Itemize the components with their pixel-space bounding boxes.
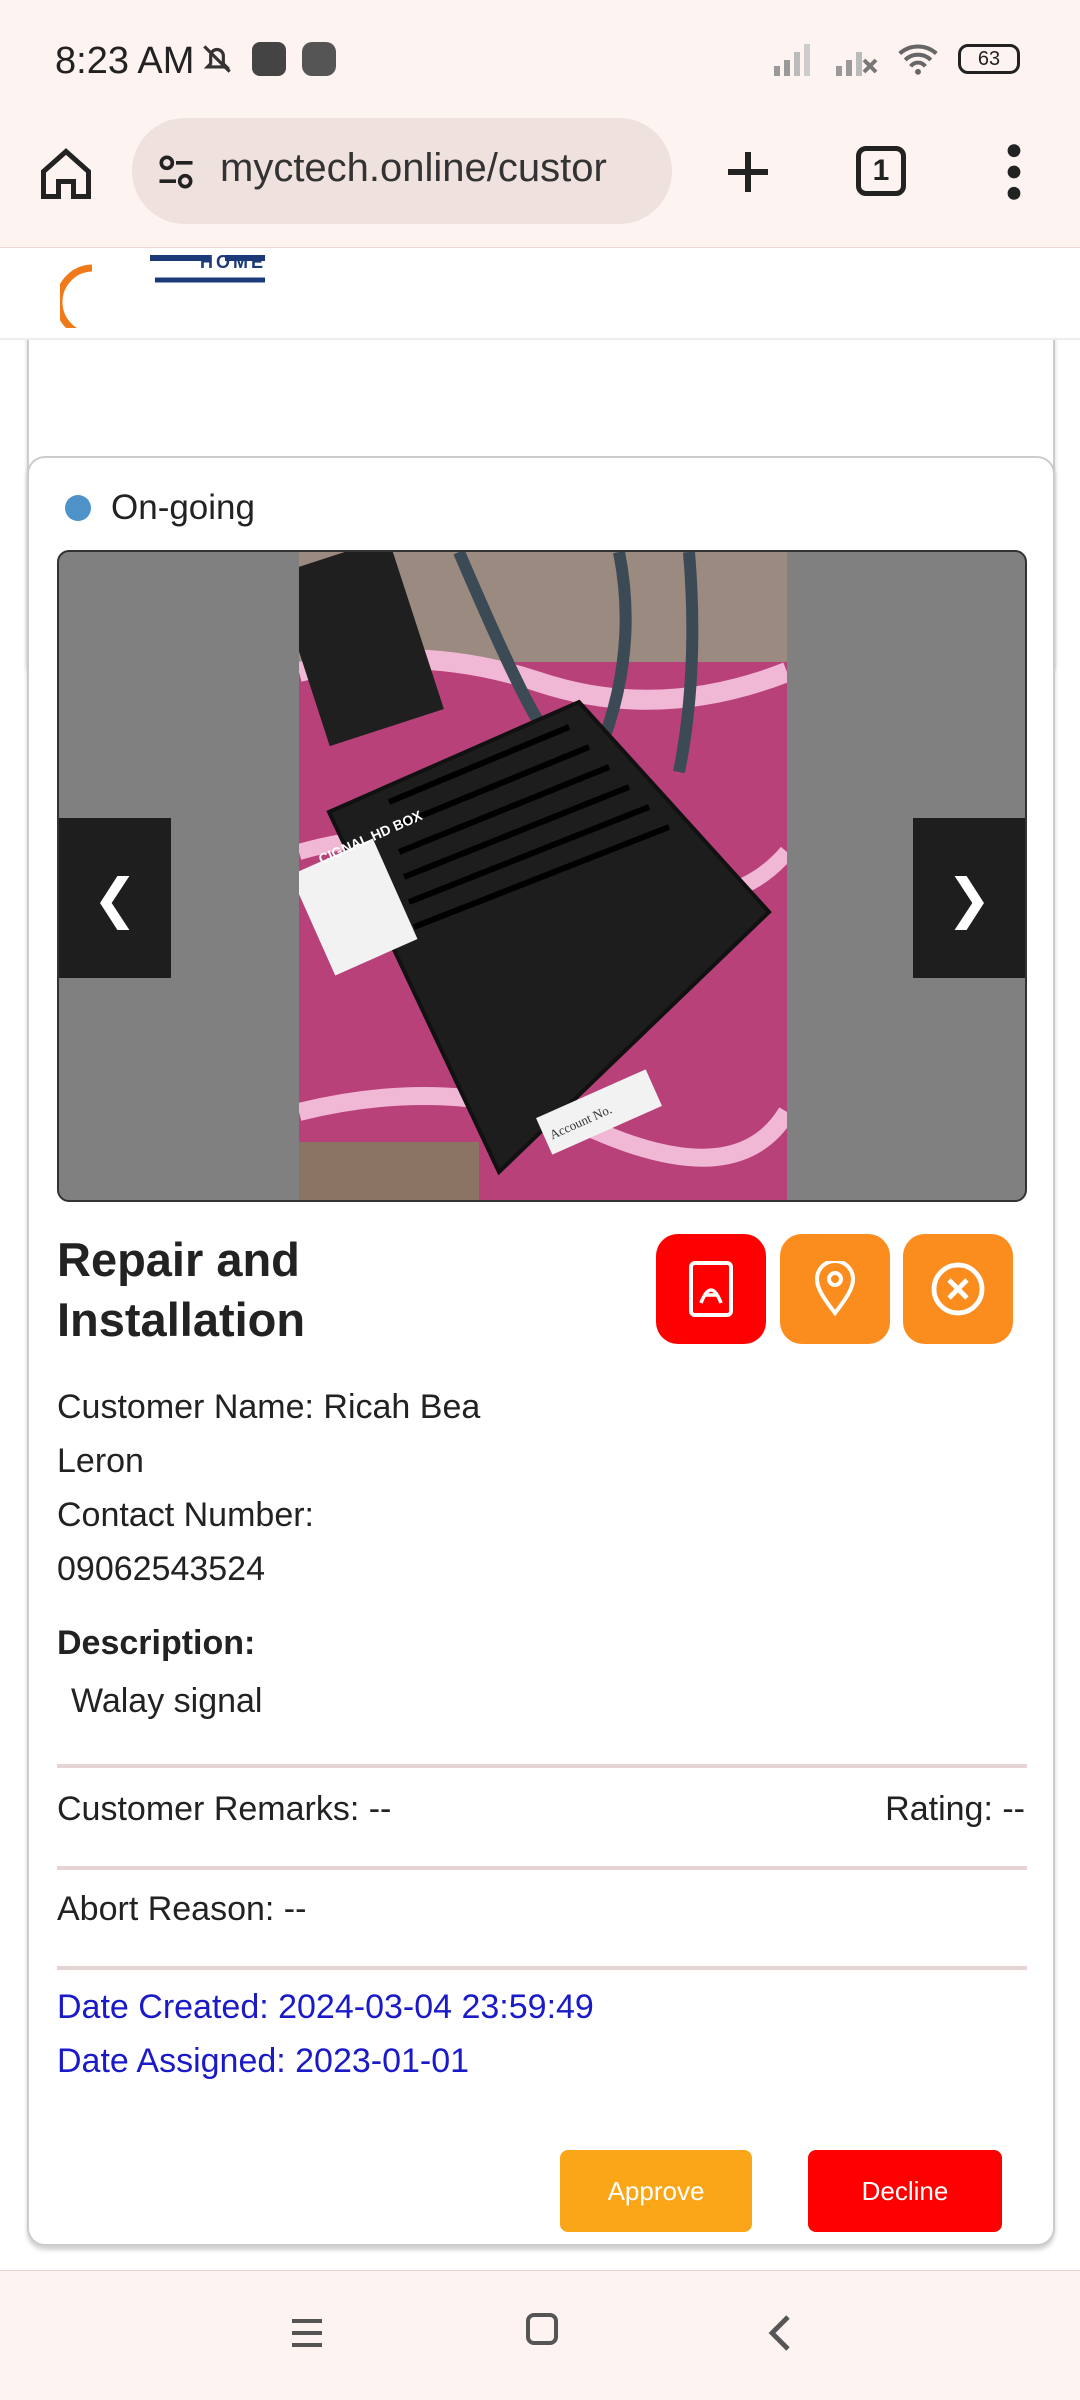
carousel-next-button[interactable]: ❯: [913, 818, 1025, 978]
pdf-icon: [689, 1261, 733, 1317]
more-menu-icon[interactable]: [994, 140, 1034, 204]
job-title: Repair and Installation: [57, 1233, 306, 1346]
cancel-job-button[interactable]: [903, 1234, 1013, 1344]
rating: Rating: --: [885, 1790, 1025, 1828]
job-status: On-going: [65, 488, 255, 528]
system-icons: 63: [772, 42, 1020, 76]
divider: [57, 1764, 1027, 1768]
location-button[interactable]: [780, 1234, 890, 1344]
status-dot: [65, 495, 91, 521]
browser-toolbar: myctech.online/custor 1: [0, 118, 1080, 248]
nav-home-icon[interactable]: [526, 2313, 558, 2345]
new-tab-icon[interactable]: [718, 142, 778, 202]
web-page: HOME HOME On-going: [0, 248, 1080, 2270]
abort-reason: Abort Reason: --: [57, 1890, 307, 1928]
close-circle-icon: [931, 1262, 985, 1316]
decline-button[interactable]: Decline: [808, 2150, 1002, 2232]
pdf-button[interactable]: [656, 1234, 766, 1344]
site-header-overlay: HOME: [0, 248, 1080, 340]
divider: [57, 1966, 1027, 1970]
customer-name: Customer Name: Ricah Bea Leron: [57, 1388, 481, 1480]
status-time: 8:23 AM: [55, 40, 195, 82]
approve-button[interactable]: Approve: [560, 2150, 752, 2232]
job-card: On-going CIGNAL HD BOX Account No. ❮ ❯ R…: [27, 456, 1055, 2246]
description-label: Description:: [57, 1624, 256, 1662]
map-pin-icon: [814, 1261, 856, 1317]
recents-icon[interactable]: [290, 2313, 324, 2353]
home-icon[interactable]: [36, 144, 96, 204]
tab-switcher-button[interactable]: 1: [856, 146, 906, 196]
contact-number: Contact Number: 09062543524: [57, 1496, 314, 1588]
messenger-icon: [302, 42, 336, 76]
site-logo-mark: HOME: [60, 252, 266, 328]
status-label: On-going: [111, 488, 255, 527]
svg-text:HOME: HOME: [200, 252, 266, 272]
back-icon[interactable]: [760, 2311, 800, 2355]
signal-icon: [774, 44, 810, 76]
divider: [57, 1866, 1027, 1870]
url-text[interactable]: myctech.online/custor: [220, 146, 660, 191]
battery-icon: 63: [958, 44, 1020, 74]
system-nav-bar: [0, 2270, 1080, 2400]
image-carousel[interactable]: CIGNAL HD BOX Account No. ❮ ❯: [57, 550, 1027, 1202]
customer-remarks: Customer Remarks: --: [57, 1790, 392, 1828]
date-created: Date Created: 2024-03-04 23:59:49: [57, 1988, 594, 2026]
address-bar[interactable]: myctech.online/custor: [132, 118, 672, 224]
notification-icons: [198, 40, 336, 78]
job-photo: CIGNAL HD BOX Account No.: [299, 552, 787, 1200]
wifi-icon: [898, 44, 938, 75]
bag-icon: [252, 42, 286, 76]
signal-x-icon: [836, 52, 878, 76]
description-value: Walay signal: [71, 1682, 263, 1720]
status-bar: 8:23 AM 63: [0, 0, 1080, 118]
bell-off-icon: [203, 45, 231, 73]
carousel-prev-button[interactable]: ❮: [59, 818, 171, 978]
site-settings-icon[interactable]: [154, 150, 198, 194]
date-assigned: Date Assigned: 2023-01-01: [57, 2042, 470, 2080]
